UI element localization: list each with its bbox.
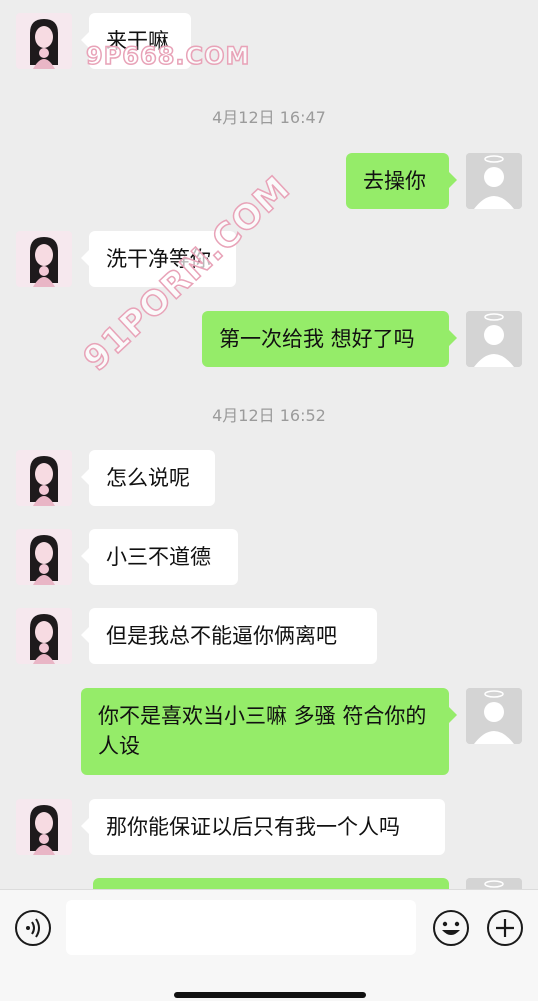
- contact-avatar[interactable]: [16, 231, 72, 287]
- message-bubble-incoming[interactable]: 但是我总不能逼你俩离吧: [81, 608, 377, 664]
- emoji-button[interactable]: [431, 908, 471, 948]
- voice-icon: [15, 910, 51, 946]
- message-bubble-incoming[interactable]: 那你能保证以后只有我一个人吗: [81, 799, 445, 855]
- plus-icon: [487, 910, 523, 946]
- message-bubble-outgoing[interactable]: 你不是喜欢当小三嘛 多骚 符合你的人设: [81, 688, 457, 775]
- message-bubble-incoming[interactable]: 怎么说呢: [81, 450, 215, 506]
- chat-message-list[interactable]: 来干嘛 4月12日 16:47 去操你 洗干净等你 第一次给我 想好了吗 4月1…: [0, 0, 538, 890]
- timestamp-label: 4月12日 16:47: [212, 108, 326, 127]
- message-text: 那你能保证以后只有我一个人吗: [106, 815, 400, 839]
- emoji-icon: [433, 910, 469, 946]
- message-input[interactable]: [66, 900, 416, 955]
- contact-avatar[interactable]: [16, 529, 72, 585]
- chat-input-toolbar: [0, 889, 538, 1001]
- my-avatar[interactable]: [466, 153, 522, 209]
- my-avatar[interactable]: [466, 688, 522, 744]
- contact-avatar[interactable]: [16, 799, 72, 855]
- message-bubble-outgoing[interactable]: 去操你: [346, 153, 457, 209]
- contact-avatar[interactable]: [16, 13, 72, 69]
- message-text: 你不是喜欢当小三嘛 多骚 符合你的人设: [98, 704, 427, 758]
- message-text: 第一次给我 想好了吗: [219, 327, 415, 351]
- message-text: 小三不道德: [106, 545, 211, 569]
- voice-input-button[interactable]: [13, 908, 53, 948]
- watermark-text: 9P668.COM: [85, 41, 251, 71]
- message-bubble-incoming[interactable]: 小三不道德: [81, 529, 238, 585]
- message-text: 去操你: [363, 169, 426, 193]
- message-text: 怎么说呢: [106, 466, 190, 490]
- home-indicator: [174, 992, 366, 998]
- contact-avatar[interactable]: [16, 450, 72, 506]
- message-bubble-outgoing[interactable]: 第一次给我 想好了吗: [202, 311, 457, 367]
- contact-avatar[interactable]: [16, 608, 72, 664]
- more-options-button[interactable]: [485, 908, 525, 948]
- timestamp-label: 4月12日 16:52: [212, 406, 326, 425]
- message-text: 但是我总不能逼你俩离吧: [106, 624, 337, 648]
- my-avatar[interactable]: [466, 311, 522, 367]
